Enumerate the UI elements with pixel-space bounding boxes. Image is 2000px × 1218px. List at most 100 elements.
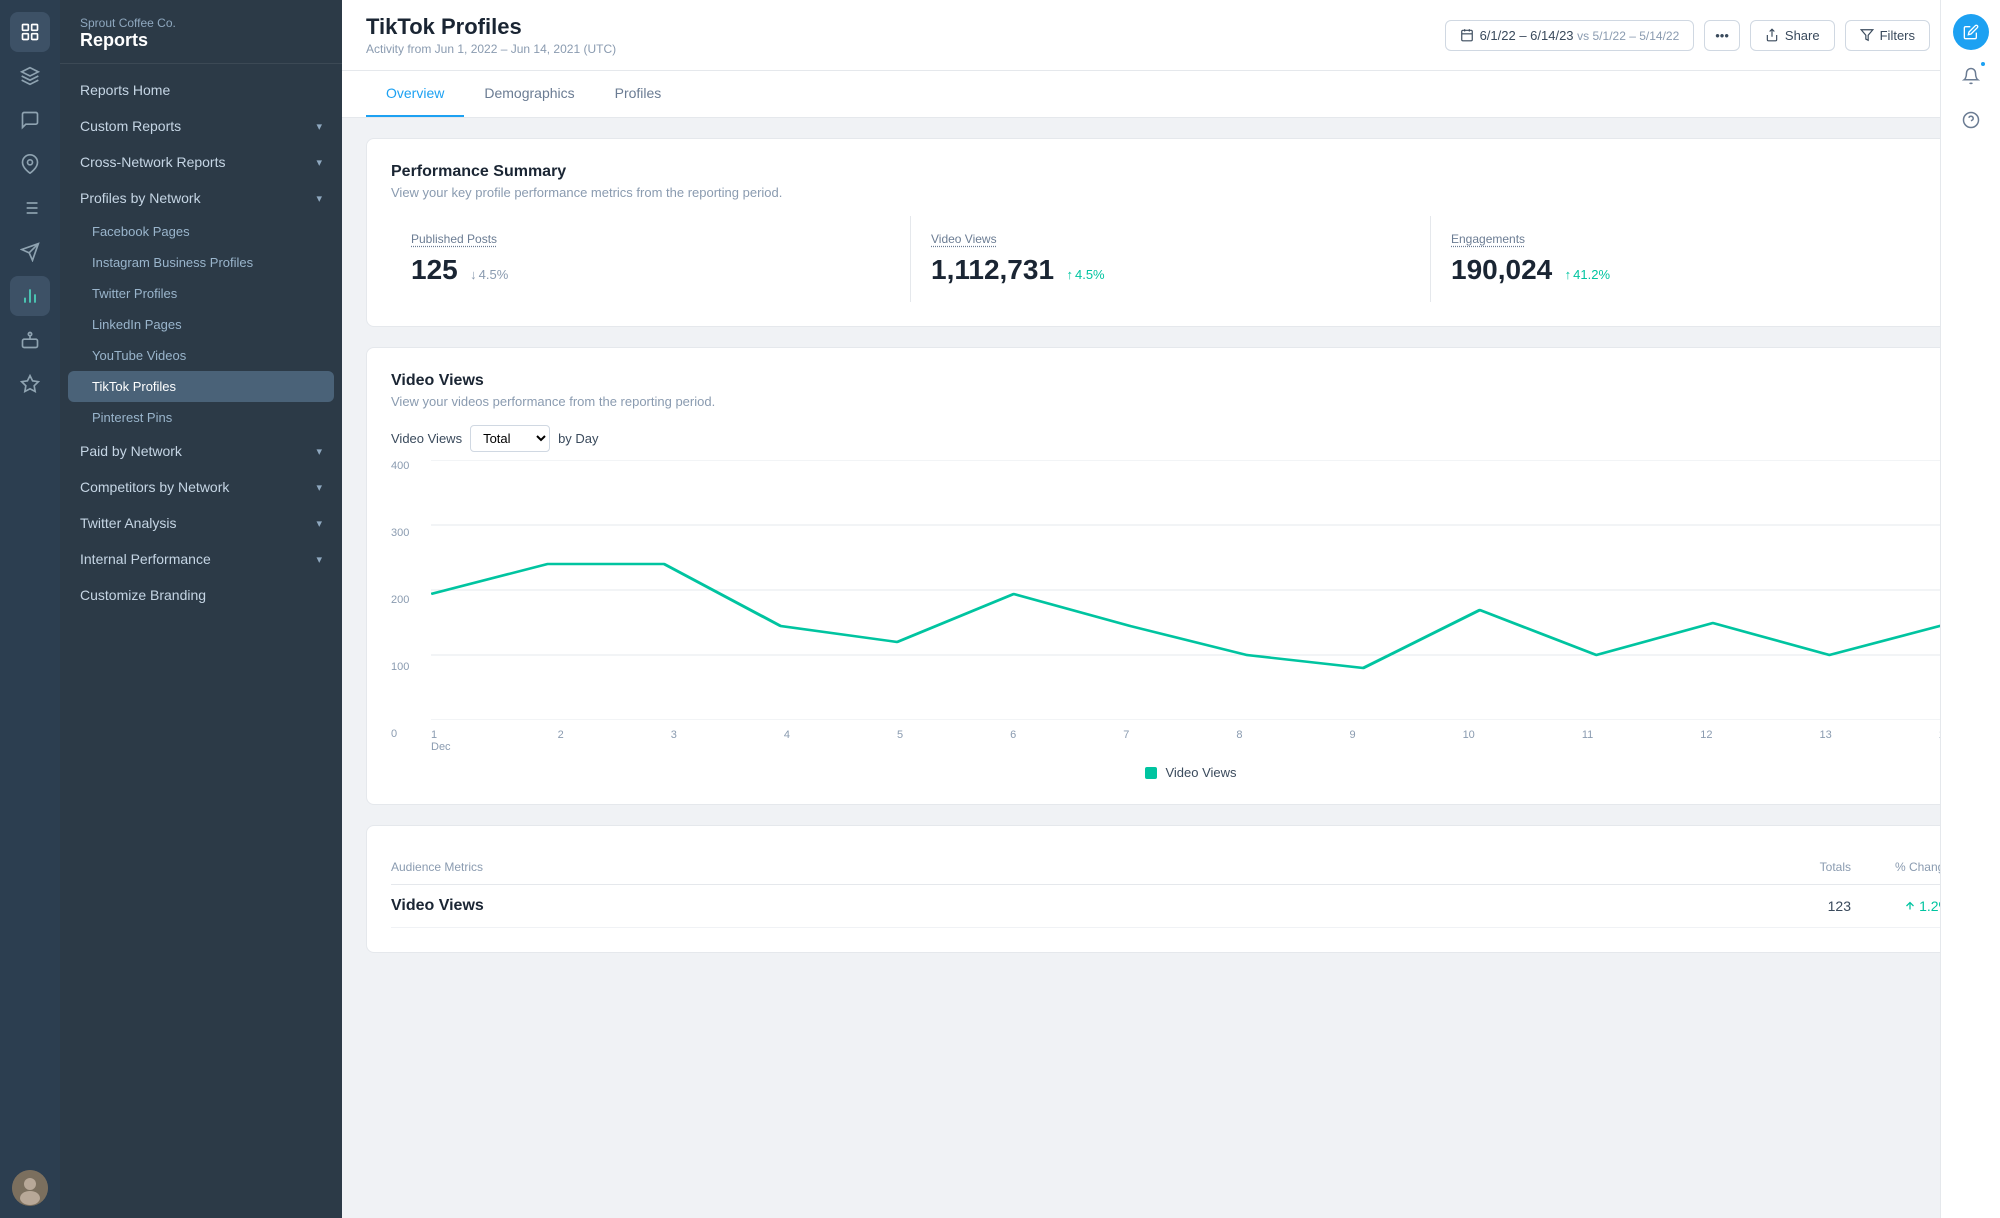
metric-video-views: Video Views 1,112,731 ↑ 4.5% [911,216,1431,302]
tab-demographics[interactable]: Demographics [464,71,594,117]
notifications-button[interactable] [1953,58,1989,94]
chevron-down-icon: ▾ [316,192,322,205]
chevron-down-icon: ▾ [316,517,322,530]
engagements-label: Engagements [1451,232,1931,246]
rail-home-icon[interactable] [10,12,50,52]
published-posts-label: Published Posts [411,232,890,246]
page-subtitle: Activity from Jun 1, 2022 – Jun 14, 2021… [366,42,616,56]
content-area: Overview Demographics Profiles Performan… [342,71,2000,1218]
topbar-right: 6/1/22 – 6/14/23 vs 5/1/22 – 5/14/22 •••… [1445,17,1976,53]
date-range-button[interactable]: 6/1/22 – 6/14/23 vs 5/1/22 – 5/14/22 [1445,20,1695,51]
row-video-views-change: 1.2% [1851,898,1951,914]
chart-svg [431,460,1951,720]
custom-reports-label: Custom Reports [80,118,181,134]
y-axis-labels: 400 300 200 100 0 [391,460,417,740]
share-button[interactable]: Share [1750,20,1835,51]
performance-metrics-grid: Published Posts 125 ↓ 4.5% Video Views 1… [391,216,1951,302]
row-video-views-label: Video Views [391,897,1731,915]
calendar-icon [1460,28,1474,42]
rail-pin-icon[interactable] [10,144,50,184]
rail-list-icon[interactable] [10,188,50,228]
sidebar-title: Reports [80,30,322,51]
compose-icon [1963,24,1979,40]
date-range-label: 6/1/22 – 6/14/23 vs 5/1/22 – 5/14/22 [1480,28,1680,43]
customize-branding-label: Customize Branding [80,587,206,603]
filters-label: Filters [1880,28,1915,43]
compose-button[interactable] [1953,14,1989,50]
reports-home-label: Reports Home [80,82,170,98]
sidebar: Sprout Coffee Co. Reports Reports Home C… [60,0,342,1218]
chart-filter-label: Video Views [391,431,462,446]
more-icon: ••• [1715,28,1729,43]
chart-controls: Video Views Total Unique by Day [391,425,1951,452]
perf-summary-subtitle: View your key profile performance metric… [391,185,1951,200]
sidebar-nav: Reports Home Custom Reports ▾ Cross-Netw… [60,64,342,1218]
metric-engagements: Engagements 190,024 ↑ 41.2% [1431,216,1951,302]
video-views-chart-card: Video Views View your videos performance… [366,347,1976,805]
sidebar-header: Sprout Coffee Co. Reports [60,0,342,64]
share-icon [1765,28,1779,42]
sidebar-item-cross-network[interactable]: Cross-Network Reports ▾ [60,144,342,180]
arrow-up-icon [1904,900,1916,912]
chevron-down-icon: ▾ [316,445,322,458]
by-day-label: by Day [558,431,598,446]
row-video-views-total: 123 [1731,898,1851,914]
tab-profiles[interactable]: Profiles [595,71,682,117]
video-views-value: 1,112,731 ↑ 4.5% [931,254,1410,286]
right-rail [1940,0,2000,1218]
rail-inbox-icon[interactable] [10,100,50,140]
video-views-card-title: Video Views [391,372,1951,390]
sidebar-subitem-instagram-business[interactable]: Instagram Business Profiles [60,247,342,278]
sidebar-item-competitors-by-network[interactable]: Competitors by Network ▾ [60,469,342,505]
metric-published-posts: Published Posts 125 ↓ 4.5% [391,216,911,302]
rail-send-icon[interactable] [10,232,50,272]
rail-bot-icon[interactable] [10,320,50,360]
sidebar-subitem-pinterest-pins[interactable]: Pinterest Pins [60,402,342,433]
x-axis-labels: 1Dec 2 3 4 5 6 7 8 9 10 11 12 13 14 [431,725,1951,753]
sidebar-subitem-youtube-videos[interactable]: YouTube Videos [60,340,342,371]
topbar: TikTok Profiles Activity from Jun 1, 202… [342,0,2000,71]
chevron-down-icon: ▾ [316,481,322,494]
chart-view-select[interactable]: Total Unique [470,425,550,452]
share-label: Share [1785,28,1820,43]
sidebar-item-profiles-by-network[interactable]: Profiles by Network ▾ [60,180,342,216]
video-views-label: Video Views [931,232,1410,246]
sidebar-subitem-linkedin-pages[interactable]: LinkedIn Pages [60,309,342,340]
topbar-left: TikTok Profiles Activity from Jun 1, 202… [366,14,616,56]
chevron-down-icon: ▾ [316,553,322,566]
sidebar-item-twitter-analysis[interactable]: Twitter Analysis ▾ [60,505,342,541]
sidebar-item-paid-by-network[interactable]: Paid by Network ▾ [60,433,342,469]
tab-overview[interactable]: Overview [366,71,464,117]
published-posts-change: ↓ 4.5% [470,267,508,282]
audience-metrics-col-change: % Change [1851,860,1951,874]
chevron-down-icon: ▾ [316,156,322,169]
legend-label-video-views: Video Views [1165,765,1236,780]
video-views-change: ↑ 4.5% [1066,267,1104,282]
chevron-down-icon: ▾ [316,120,322,133]
chart-legend: Video Views [431,765,1951,780]
help-icon [1962,111,1980,129]
performance-summary-card: Performance Summary View your key profil… [366,138,1976,327]
filters-button[interactable]: Filters [1845,20,1930,51]
sidebar-subitem-facebook-pages[interactable]: Facebook Pages [60,216,342,247]
sidebar-subitem-twitter-profiles[interactable]: Twitter Profiles [60,278,342,309]
more-options-button[interactable]: ••• [1704,20,1740,51]
sidebar-item-customize-branding[interactable]: Customize Branding [60,577,342,613]
sidebar-item-internal-performance[interactable]: Internal Performance ▾ [60,541,342,577]
rail-star-icon[interactable] [10,364,50,404]
notification-badge [1979,60,1987,68]
rail-layers-icon[interactable] [10,56,50,96]
help-button[interactable] [1953,102,1989,138]
company-name: Sprout Coffee Co. [80,16,322,30]
filters-icon [1860,28,1874,42]
sidebar-subitem-tiktok-profiles[interactable]: TikTok Profiles [68,371,334,402]
legend-dot-video-views [1145,767,1157,779]
sidebar-item-custom-reports[interactable]: Custom Reports ▾ [60,108,342,144]
sidebar-item-reports-home[interactable]: Reports Home [60,72,342,108]
page-title: TikTok Profiles [366,14,616,40]
audience-metrics-col-totals: Totals [1731,860,1851,874]
main-area: TikTok Profiles Activity from Jun 1, 202… [342,0,2000,1218]
user-avatar[interactable] [12,1170,48,1206]
rail-chart-icon[interactable] [10,276,50,316]
video-views-card-subtitle: View your videos performance from the re… [391,394,1951,409]
